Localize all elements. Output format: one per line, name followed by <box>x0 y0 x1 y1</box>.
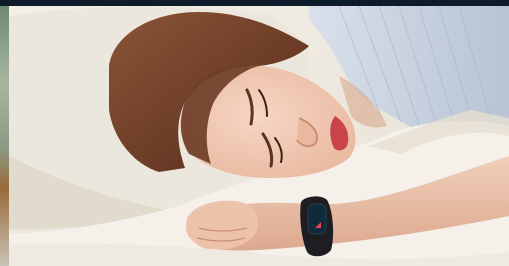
sleeping-photo <box>9 6 509 266</box>
watch-screen <box>307 203 327 235</box>
left-edge-strip <box>0 6 9 266</box>
